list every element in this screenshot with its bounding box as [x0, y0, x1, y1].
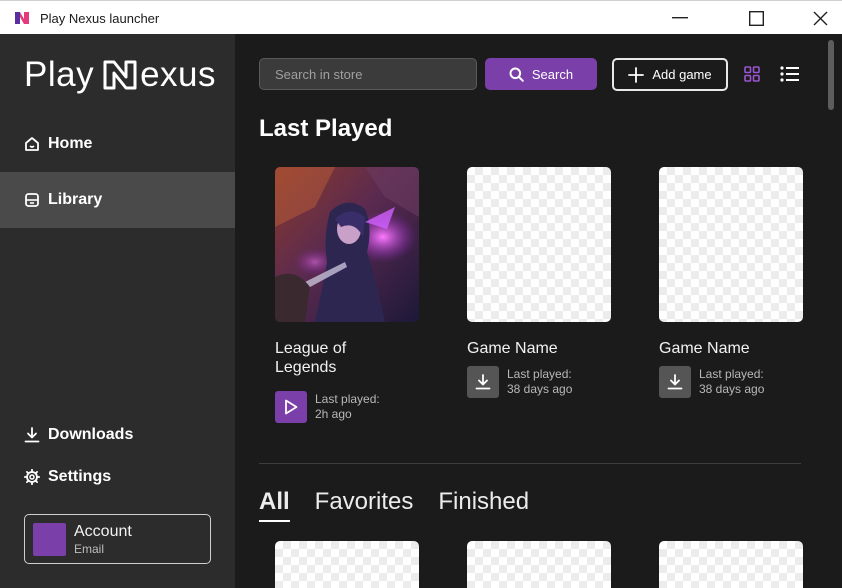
- search-icon: [509, 67, 524, 82]
- last-played-info: Last played: 2h ago: [315, 392, 380, 422]
- last-played-value: 38 days ago: [507, 382, 573, 396]
- library-icon: [24, 192, 40, 208]
- tab-favorites[interactable]: Favorites: [315, 488, 414, 522]
- game-card: League of Legends Last played: 2h ago: [275, 167, 419, 423]
- maximize-icon: [748, 10, 764, 26]
- app-logo-icon: [15, 12, 29, 24]
- maximize-button[interactable]: [733, 1, 779, 35]
- game-cover-placeholder[interactable]: [659, 167, 803, 322]
- sidebar-item-library[interactable]: Library: [0, 172, 235, 228]
- add-game-label: Add game: [652, 67, 712, 82]
- download-icon: [475, 374, 491, 390]
- search-button[interactable]: Search: [485, 58, 597, 90]
- game-cover-image[interactable]: [275, 167, 419, 322]
- search-button-label: Search: [531, 66, 574, 82]
- tab-all[interactable]: All: [259, 488, 290, 522]
- grid-view-icon[interactable]: [744, 66, 760, 82]
- vertical-scrollbar[interactable]: [828, 40, 834, 110]
- nexus-logo-icon: [103, 60, 137, 90]
- play-icon: [285, 399, 298, 415]
- last-played-value: 2h ago: [315, 407, 352, 421]
- last-played-info: Last played: 38 days ago: [507, 367, 572, 397]
- brand-logo: Play exus: [24, 55, 217, 94]
- list-view-icon[interactable]: [780, 66, 800, 82]
- game-art-image: [275, 167, 419, 322]
- play-button[interactable]: [275, 391, 307, 423]
- game-cover-placeholder[interactable]: [659, 541, 803, 588]
- game-card: Game Name Last played: 38 days ago: [659, 167, 803, 398]
- window-title: Play Nexus launcher: [40, 11, 160, 26]
- gear-icon: [24, 469, 40, 485]
- search-input[interactable]: [259, 58, 477, 90]
- download-icon: [24, 427, 40, 443]
- avatar: [33, 523, 66, 556]
- sidebar-item-label: Downloads: [48, 426, 134, 443]
- sidebar-item-label: Home: [48, 135, 93, 152]
- last-played-info: Last played: 38 days ago: [699, 367, 764, 397]
- sidebar-item-label: Library: [48, 191, 103, 208]
- last-played-title: Last Played: [259, 115, 393, 142]
- last-played-value: 38 days ago: [699, 382, 765, 396]
- game-cover-placeholder[interactable]: [467, 167, 611, 322]
- sidebar-item-settings[interactable]: Settings: [0, 449, 235, 505]
- last-played-label: Last played:: [507, 367, 572, 381]
- account-card[interactable]: Account Email: [24, 514, 211, 564]
- sidebar: Play exus Home Library Downloads Setting…: [0, 34, 235, 588]
- main-content: Search Add game Last Played: [235, 34, 842, 588]
- game-name: Game Name: [659, 340, 750, 357]
- game-card: Game Name Last played: 38 days ago: [467, 167, 611, 398]
- home-icon: [24, 136, 40, 152]
- add-game-button[interactable]: Add game: [612, 58, 728, 91]
- minimize-button[interactable]: [657, 1, 703, 35]
- game-name: League of Legends: [275, 340, 347, 376]
- game-cover-placeholder[interactable]: [275, 541, 419, 588]
- brand-text-exus: exus: [140, 55, 217, 94]
- last-played-label: Last played:: [315, 392, 380, 406]
- minimize-icon: [672, 17, 688, 19]
- download-icon: [667, 374, 683, 390]
- close-button[interactable]: [797, 1, 842, 35]
- account-email: Email: [74, 542, 105, 556]
- title-bar: Play Nexus launcher: [0, 0, 842, 34]
- section-divider: [259, 463, 801, 464]
- download-button[interactable]: [659, 366, 691, 398]
- sidebar-item-label: Settings: [48, 468, 112, 485]
- sidebar-item-home[interactable]: Home: [0, 116, 235, 172]
- last-played-label: Last played:: [699, 367, 764, 381]
- close-icon: [813, 11, 827, 25]
- download-button[interactable]: [467, 366, 499, 398]
- plus-icon: [628, 66, 645, 83]
- account-name: Account: [74, 523, 132, 540]
- game-name: Game Name: [467, 340, 558, 357]
- filter-tabs: All Favorites Finished: [259, 488, 554, 522]
- brand-text-play: Play: [24, 55, 95, 94]
- game-cover-placeholder[interactable]: [467, 541, 611, 588]
- tab-finished[interactable]: Finished: [438, 488, 529, 522]
